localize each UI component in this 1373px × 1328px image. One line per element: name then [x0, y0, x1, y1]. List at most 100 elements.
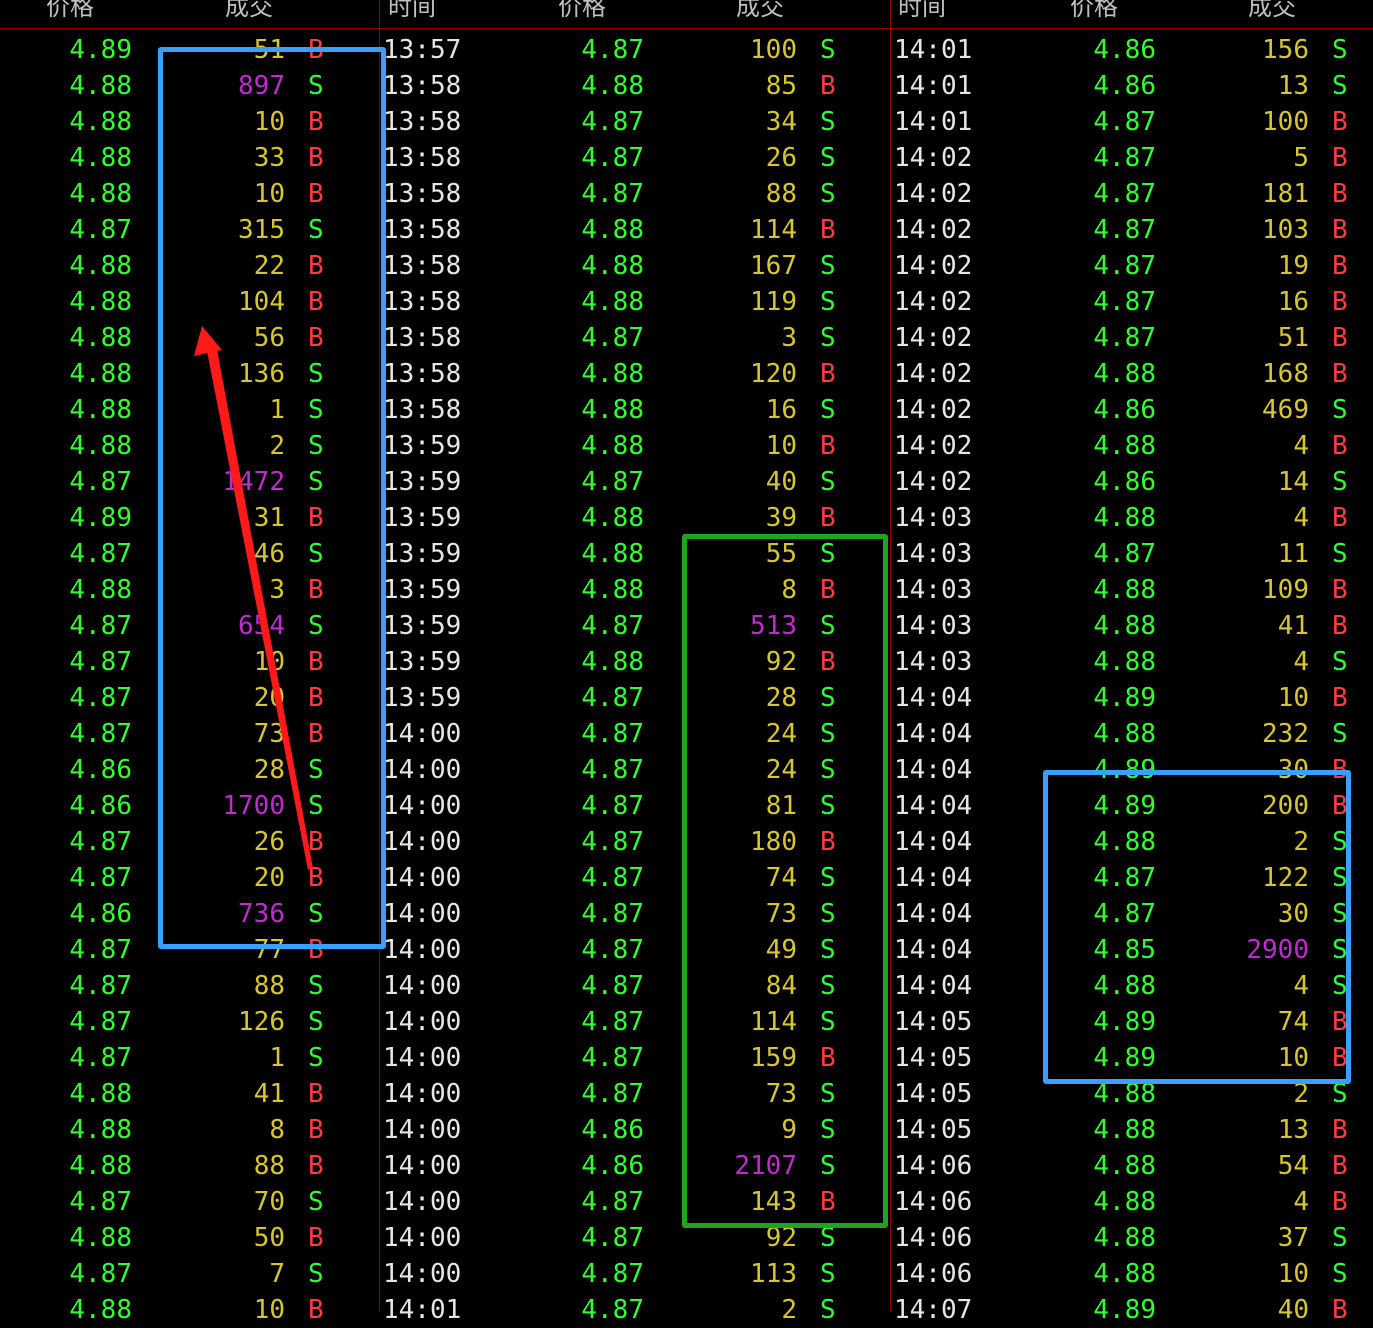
tick-volume: 7 — [269, 1259, 285, 1289]
tick-time: 14:00 — [383, 791, 462, 821]
tick-row: 14:04 4.88 232 S — [891, 716, 1373, 752]
tick-side-sell: S — [308, 467, 324, 497]
tick-side-sell: S — [820, 287, 836, 317]
tick-price: 4.85 — [1093, 935, 1156, 965]
tick-volume: 159 — [750, 1043, 797, 1073]
tick-side-sell: S — [308, 1187, 324, 1217]
tick-side-buy: B — [1332, 1187, 1348, 1217]
tick-price: 4.88 — [69, 71, 132, 101]
tick-volume: 41 — [1277, 611, 1309, 641]
tick-row: 14:05 4.88 13 B — [891, 1112, 1373, 1148]
tick-side-buy: B — [1332, 143, 1348, 173]
tick-side-sell: S — [308, 1007, 324, 1037]
tick-volume: 92 — [765, 1223, 797, 1253]
tick-time: 14:03 — [894, 611, 973, 641]
tick-volume: 104 — [238, 287, 285, 317]
tick-price: 4.87 — [581, 467, 644, 497]
tick-side-sell: S — [308, 791, 324, 821]
tick-row: 4.87 7 S — [0, 1256, 379, 1292]
tick-price: 4.87 — [69, 863, 132, 893]
tick-price: 4.87 — [69, 1259, 132, 1289]
tick-time: 13:58 — [383, 179, 462, 209]
tick-side-sell: S — [820, 1115, 836, 1145]
tick-price: 4.88 — [1093, 827, 1156, 857]
tick-time: 14:00 — [383, 1151, 462, 1181]
tick-side-buy: B — [1332, 683, 1348, 713]
tick-time: 14:00 — [383, 1079, 462, 1109]
header-volume-1: 成交 — [225, 0, 273, 21]
tick-side-sell: S — [820, 935, 836, 965]
tick-row: 13:58 4.88 85 B — [380, 68, 890, 104]
tick-side-buy: B — [1332, 287, 1348, 317]
tick-price: 4.87 — [581, 35, 644, 65]
tick-row: 14:06 4.88 37 S — [891, 1220, 1373, 1256]
tick-volume: 85 — [765, 71, 797, 101]
tick-price: 4.89 — [1093, 1043, 1156, 1073]
tick-price: 4.87 — [69, 467, 132, 497]
tick-side-buy: B — [820, 71, 836, 101]
tick-price: 4.88 — [581, 647, 644, 677]
tick-time: 14:06 — [894, 1223, 973, 1253]
tick-volume: 2 — [1293, 1079, 1309, 1109]
tick-price: 4.88 — [581, 215, 644, 245]
tick-row: 4.87 26 B — [0, 824, 379, 860]
tick-row: 4.87 73 B — [0, 716, 379, 752]
tick-price: 4.87 — [69, 1187, 132, 1217]
tick-price: 4.86 — [69, 791, 132, 821]
tick-time: 14:05 — [894, 1079, 973, 1109]
tick-time: 13:59 — [383, 467, 462, 497]
tick-side-sell: S — [1332, 863, 1348, 893]
tick-side-sell: S — [308, 71, 324, 101]
tick-row: 13:59 4.87 40 S — [380, 464, 890, 500]
tick-price: 4.89 — [1093, 791, 1156, 821]
tick-side-buy: B — [308, 1295, 324, 1325]
tick-volume: 31 — [253, 503, 285, 533]
tick-price: 4.87 — [69, 1043, 132, 1073]
tick-volume: 1 — [269, 395, 285, 425]
tick-time: 13:58 — [383, 71, 462, 101]
tick-side-sell: S — [308, 359, 324, 389]
tick-side-sell: S — [820, 35, 836, 65]
tick-row: 4.88 50 B — [0, 1220, 379, 1256]
tick-time: 14:03 — [894, 539, 973, 569]
tick-price: 4.87 — [69, 539, 132, 569]
tick-price: 4.86 — [1093, 35, 1156, 65]
tick-time: 14:01 — [894, 71, 973, 101]
tick-side-buy: B — [1332, 359, 1348, 389]
tick-side-sell: S — [820, 863, 836, 893]
tick-side-buy: B — [308, 35, 324, 65]
tick-price: 4.87 — [1093, 143, 1156, 173]
tick-time: 14:05 — [894, 1115, 973, 1145]
tick-side-buy: B — [820, 1043, 836, 1073]
tick-row: 14:04 4.89 30 B — [891, 752, 1373, 788]
tick-time: 14:01 — [383, 1295, 462, 1325]
tick-price: 4.88 — [69, 179, 132, 209]
tick-side-sell: S — [1332, 647, 1348, 677]
tick-time: 14:00 — [383, 863, 462, 893]
tick-time: 14:00 — [383, 935, 462, 965]
tick-volume: 70 — [253, 1187, 285, 1217]
tick-time: 14:00 — [383, 719, 462, 749]
tick-row: 14:05 4.89 74 B — [891, 1004, 1373, 1040]
tick-time: 13:59 — [383, 539, 462, 569]
tick-time: 13:58 — [383, 323, 462, 353]
tick-volume: 56 — [253, 323, 285, 353]
tick-time: 13:59 — [383, 503, 462, 533]
tick-time: 14:02 — [894, 395, 973, 425]
tick-volume: 156 — [1262, 35, 1309, 65]
tick-volume: 10 — [253, 647, 285, 677]
tick-volume: 5 — [1293, 143, 1309, 173]
tick-time: 14:02 — [894, 467, 973, 497]
tick-volume: 114 — [750, 1007, 797, 1037]
tick-price: 4.88 — [1093, 1259, 1156, 1289]
tick-price: 4.86 — [581, 1115, 644, 1145]
tick-time: 13:58 — [383, 251, 462, 281]
tick-volume: 73 — [765, 899, 797, 929]
tick-time: 13:58 — [383, 359, 462, 389]
tick-side-buy: B — [820, 503, 836, 533]
header-time-3: 时间 — [898, 0, 946, 21]
tick-volume: 109 — [1262, 575, 1309, 605]
tick-row: 13:58 4.88 119 S — [380, 284, 890, 320]
tick-side-buy: B — [308, 287, 324, 317]
tick-row: 14:02 4.87 16 B — [891, 284, 1373, 320]
